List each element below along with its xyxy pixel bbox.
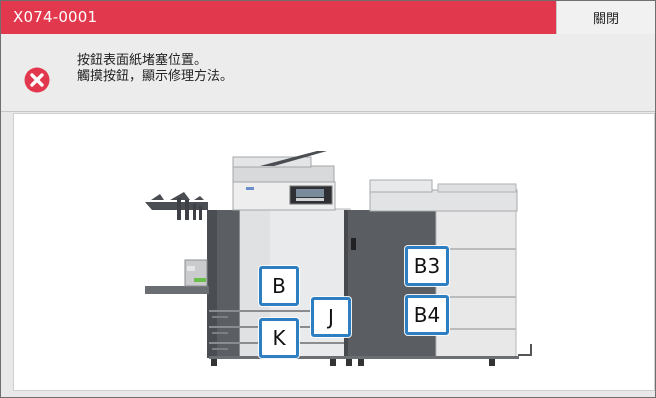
message-line-2: 觸摸按鈕，顯示修理方法。 (77, 69, 234, 84)
error-code: X074-0001 (13, 8, 98, 26)
jam-zone-k-button[interactable]: K (259, 318, 299, 358)
message-line-1: 按鈕表面紙堵塞位置。 (77, 53, 208, 68)
printer-illustration (145, 151, 532, 366)
error-dialog: X074-0001 關閉 按鈕表面紙堵塞位置。 觸摸按鈕，顯示修理方法。 B J… (0, 0, 656, 398)
jam-zone-b3-button[interactable]: B3 (405, 246, 449, 286)
message-text: 按鈕表面紙堵塞位置。 觸摸按鈕，顯示修理方法。 (77, 53, 233, 85)
message-area: 按鈕表面紙堵塞位置。 觸摸按鈕，顯示修理方法。 (1, 34, 655, 112)
close-button[interactable]: 關閉 (556, 1, 655, 34)
printer-diagram: B J K B3 B4 (13, 113, 655, 391)
jam-zone-j-button[interactable]: J (311, 297, 351, 337)
title-bar: X074-0001 關閉 (1, 1, 655, 34)
jam-zone-b-button[interactable]: B (259, 266, 299, 306)
jam-zone-b4-button[interactable]: B4 (405, 295, 449, 335)
error-x-icon (24, 67, 50, 93)
